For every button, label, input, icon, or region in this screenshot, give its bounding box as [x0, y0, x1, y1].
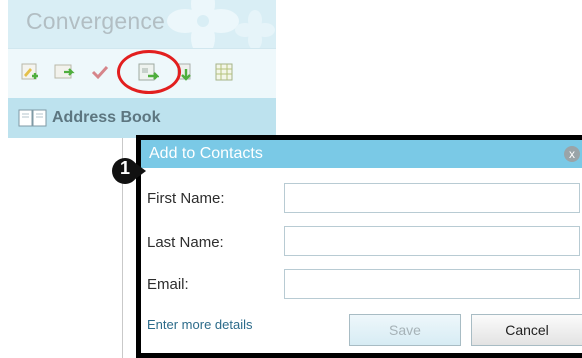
- flower-decoration: [235, 10, 275, 48]
- mark-button[interactable]: [88, 60, 112, 84]
- last-name-input[interactable]: [284, 226, 580, 256]
- step-number: 1: [119, 158, 130, 178]
- save-button[interactable]: Save: [349, 314, 461, 346]
- book-icon: [18, 109, 47, 127]
- close-icon[interactable]: x: [564, 146, 580, 162]
- check-icon: [91, 65, 109, 80]
- email-label: Email:: [147, 276, 189, 293]
- last-name-label: Last Name:: [147, 234, 224, 251]
- step-marker: 1: [112, 152, 146, 186]
- add-contact-button[interactable]: [18, 60, 42, 84]
- sidebar-item-address-book[interactable]: Address Book: [8, 98, 276, 138]
- enter-more-details-link[interactable]: Enter more details: [147, 317, 253, 332]
- cancel-button[interactable]: Cancel: [471, 314, 582, 346]
- add-to-contacts-dialog: Add to Contacts x First Name: Last Name:…: [136, 135, 582, 358]
- first-name-label: First Name:: [147, 190, 225, 207]
- app-header: Convergence: [8, 0, 276, 48]
- add-contact-icon: [21, 63, 38, 80]
- first-name-input[interactable]: [284, 183, 580, 213]
- highlight-ring: [117, 50, 181, 94]
- dialog-title: Add to Contacts: [149, 145, 263, 162]
- address-book-label: Address Book: [52, 109, 161, 126]
- columns-icon: [215, 63, 233, 81]
- edit-contact-button[interactable]: [52, 60, 76, 84]
- dialog-titlebar: Add to Contacts x: [141, 140, 582, 168]
- email-input[interactable]: [284, 269, 580, 299]
- edit-contact-icon: [54, 64, 75, 79]
- columns-button[interactable]: [212, 60, 236, 84]
- app-title: Convergence: [26, 8, 166, 34]
